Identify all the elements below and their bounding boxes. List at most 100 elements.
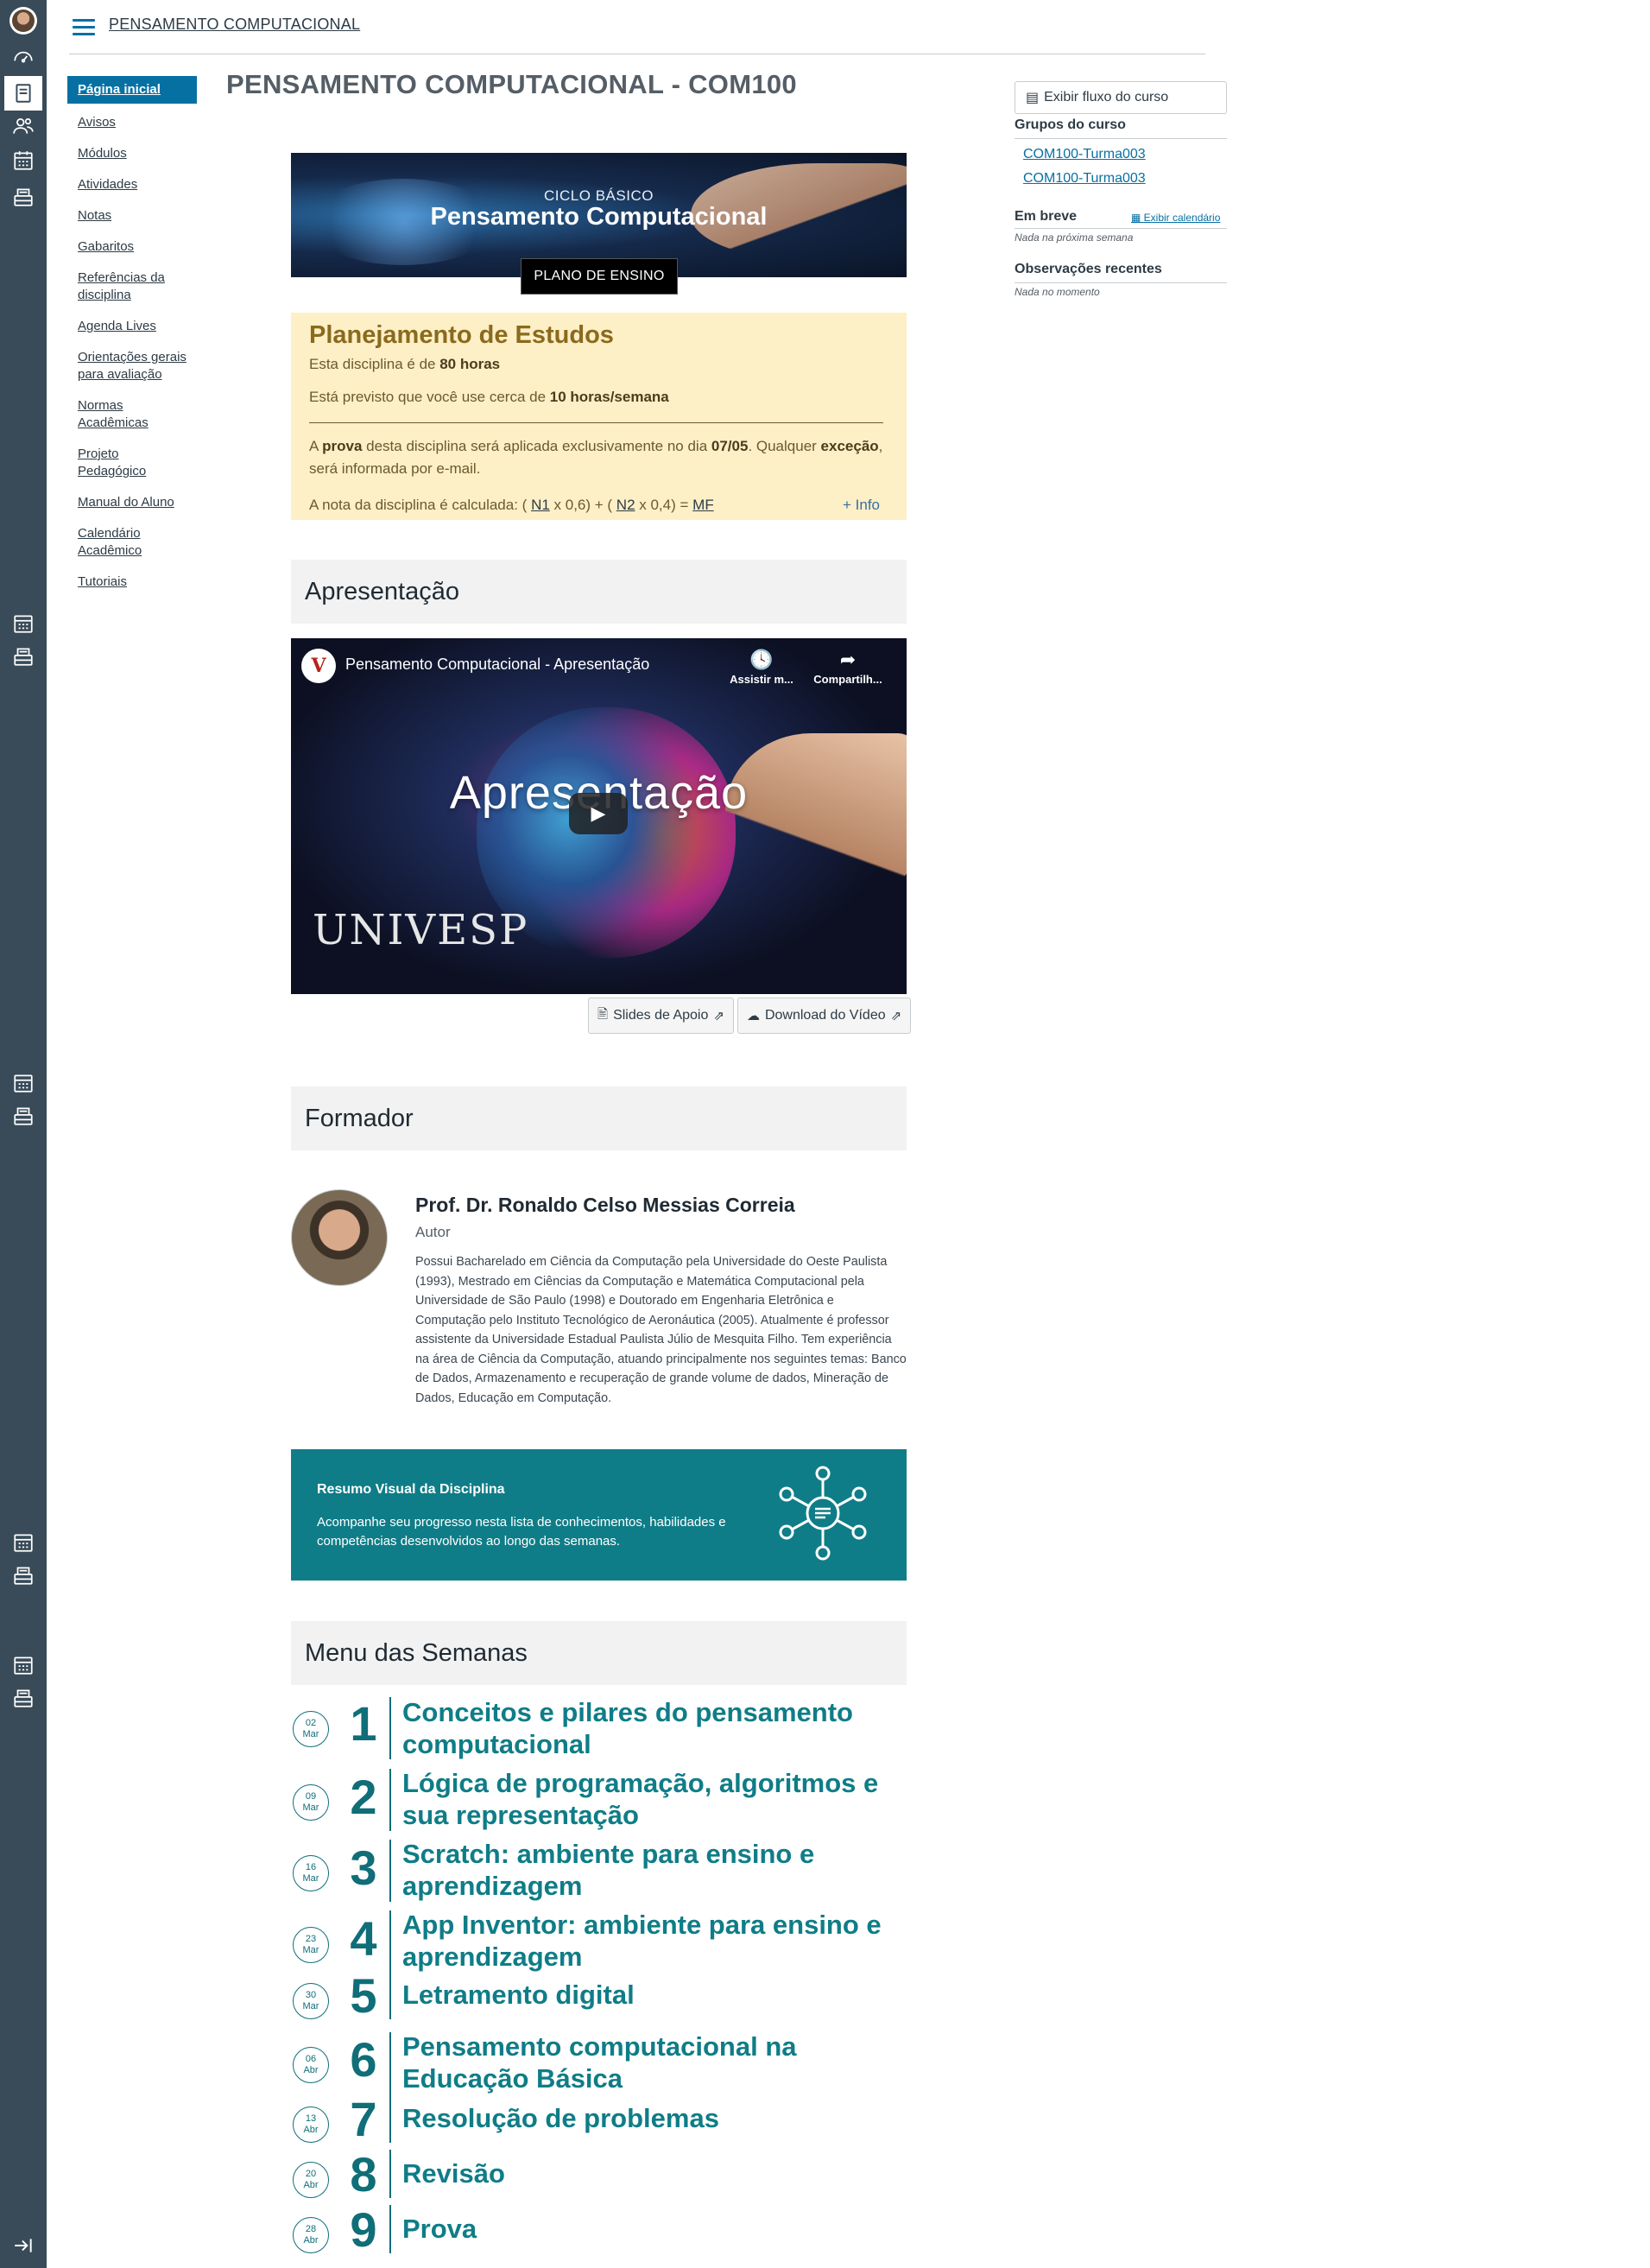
course-nav-item[interactable]: Manual do Aluno <box>67 494 197 511</box>
video-title[interactable]: Pensamento Computacional - Apresentação <box>345 656 649 674</box>
week-date-badge: 06 Abr <box>293 2047 329 2083</box>
recent-feedback-note: Nada no momento <box>1015 286 1100 298</box>
week-title[interactable]: Scratch: ambiente para ensino e aprendiz… <box>402 1838 895 1902</box>
week-divider <box>389 2150 391 2198</box>
week-item[interactable]: 16 Mar 3 Scratch: ambiente para ensino e … <box>291 1838 907 1910</box>
instructor-role: Autor <box>415 1224 451 1240</box>
clock-icon: 🕓 <box>749 649 774 670</box>
video-buttons: 🖹 Slides de Apoio ⇗ ☁ Download do Vídeo ⇗ <box>588 998 912 1034</box>
user-avatar[interactable] <box>9 7 37 35</box>
course-nav-item[interactable]: Orientações gerais para avaliação <box>67 349 197 383</box>
week-number: 7 <box>350 2092 377 2146</box>
week-date-badge: 30 Mar <box>293 1983 329 2019</box>
week-title[interactable]: Letramento digital <box>402 1979 895 2011</box>
breadcrumb[interactable]: PENSAMENTO COMPUTACIONAL <box>109 16 360 34</box>
external-link-icon: ⇗ <box>713 1009 724 1023</box>
study-plan-box: Planejamento de Estudos Esta disciplina … <box>291 313 907 520</box>
week-item[interactable]: 02 Mar 1 Conceitos e pilares do pensament… <box>291 1694 907 1765</box>
watch-later-button[interactable]: 🕓 Assistir m... <box>723 649 800 686</box>
course-nav-item[interactable]: Página inicial <box>67 76 197 104</box>
week-item[interactable]: 09 Mar 2 Lógica de programação, algoritmo… <box>291 1765 907 1838</box>
course-nav-item[interactable]: Referências da disciplina <box>67 269 197 304</box>
week-title[interactable]: Prova <box>402 2213 895 2245</box>
study-plan-exam: A prova desta disciplina será aplicada e… <box>309 438 883 477</box>
view-calendar-link[interactable]: ▦ Exibir calendário <box>1131 212 1220 224</box>
plano-de-ensino-button[interactable]: PLANO DE ENSINO <box>521 258 678 295</box>
course-nav-item[interactable]: Módulos <box>67 145 197 162</box>
calendar-icon[interactable] <box>11 1530 35 1555</box>
inbox-icon[interactable] <box>11 644 35 668</box>
week-title[interactable]: Pensamento computacional na Educação Bás… <box>402 2030 895 2094</box>
inbox-icon[interactable] <box>11 185 35 209</box>
presentation-icon: 🖹 <box>597 1006 609 1022</box>
mf-link[interactable]: MF <box>692 497 714 513</box>
weeks-list: 02 Mar 1 Conceitos e pilares do pensament… <box>291 1694 907 2268</box>
course-nav-item[interactable]: Calendário Acadêmico <box>67 525 197 560</box>
week-item[interactable]: 28 Abr 9 Prova <box>291 2202 907 2268</box>
course-nav-item[interactable]: Agenda Lives <box>67 318 197 335</box>
week-number: 5 <box>350 1968 377 2023</box>
week-title[interactable]: App Inventor: ambiente para ensino e apr… <box>402 1909 895 1973</box>
resumo-text: Acompanhe seu progresso nesta lista de c… <box>317 1515 726 1549</box>
inbox-icon[interactable] <box>11 1686 35 1710</box>
course-nav-item[interactable]: Gabaritos <box>67 238 197 256</box>
groups-heading: Grupos do curso <box>1015 117 1126 132</box>
week-date-badge: 23 Mar <box>293 1927 329 1963</box>
n1-link[interactable]: N1 <box>531 497 550 513</box>
apresentacao-heading: Apresentação <box>291 560 907 624</box>
calendar-icon[interactable] <box>11 149 35 173</box>
group-link[interactable]: COM100-Turma003 <box>1023 147 1227 162</box>
course-nav-item[interactable]: Avisos <box>67 114 197 131</box>
week-divider <box>389 2032 391 2094</box>
course-nav-item[interactable]: Projeto Pedagógico <box>67 446 197 480</box>
week-date-badge: 09 Mar <box>293 1784 329 1821</box>
study-plan-title: Planejamento de Estudos <box>309 321 614 349</box>
n2-link[interactable]: N2 <box>616 497 635 513</box>
course-nav-item[interactable]: Normas Acadêmicas <box>67 397 197 432</box>
hamburger-menu-icon[interactable] <box>73 19 95 36</box>
collapse-nav-icon[interactable] <box>11 2233 35 2258</box>
course-nav-item[interactable]: Atividades <box>67 176 197 193</box>
week-date-badge: 13 Abr <box>293 2106 329 2143</box>
week-title[interactable]: Lógica de programação, algoritmos e sua … <box>402 1767 895 1831</box>
courses-icon[interactable] <box>4 76 42 111</box>
calendar-icon[interactable] <box>11 611 35 636</box>
inbox-icon[interactable] <box>11 1563 35 1587</box>
week-date-badge: 02 Mar <box>293 1711 329 1747</box>
instructor-card: Prof. Dr. Ronaldo Celso Messias Correia … <box>291 1189 907 1414</box>
calendar-small-icon: ▦ <box>1131 212 1144 224</box>
week-number: 2 <box>350 1770 377 1824</box>
play-icon[interactable]: ▶ <box>569 793 628 834</box>
hand-illustration <box>725 733 907 906</box>
week-divider <box>389 1769 391 1831</box>
more-info-link[interactable]: + Info <box>843 497 880 514</box>
course-nav-item[interactable]: Tutoriais <box>67 573 197 591</box>
week-number: 1 <box>350 1696 377 1751</box>
group-link[interactable]: COM100-Turma003 <box>1023 171 1227 187</box>
week-title[interactable]: Conceitos e pilares do pensamento comput… <box>402 1696 895 1760</box>
week-title[interactable]: Revisão <box>402 2157 895 2189</box>
groups-icon[interactable] <box>11 114 35 138</box>
network-icon <box>779 1466 867 1561</box>
inbox-icon[interactable] <box>11 1104 35 1128</box>
week-divider <box>389 1697 391 1759</box>
course-stream-button[interactable]: ▤ Exibir fluxo do curso <box>1015 81 1227 114</box>
upcoming-note: Nada na próxima semana <box>1015 231 1134 244</box>
divider <box>1015 138 1227 139</box>
calendar-icon[interactable] <box>11 1653 35 1677</box>
course-nav: Página inicial Avisos Módulos Atividades… <box>67 76 197 605</box>
dashboard-icon[interactable] <box>11 45 35 69</box>
week-title[interactable]: Resolução de problemas <box>402 2102 895 2134</box>
calendar-icon[interactable] <box>11 1071 35 1095</box>
slides-button[interactable]: 🖹 Slides de Apoio ⇗ <box>588 998 734 1034</box>
weeks-heading: Menu das Semanas <box>291 1621 907 1685</box>
download-video-button[interactable]: ☁ Download do Vídeo ⇗ <box>736 998 912 1034</box>
resumo-visual-card[interactable]: Resumo Visual da Disciplina Acompanhe se… <box>291 1449 907 1581</box>
share-button[interactable]: ➦ Compartilh... <box>809 649 887 686</box>
course-nav-item[interactable]: Notas <box>67 207 197 225</box>
chart-icon: ▤ <box>1026 91 1040 105</box>
video-player[interactable]: V Pensamento Computacional - Apresentaçã… <box>291 638 907 994</box>
channel-logo[interactable]: V <box>301 649 336 683</box>
share-icon: ➦ <box>839 649 857 670</box>
course-header: PENSAMENTO COMPUTACIONAL <box>69 0 1205 54</box>
